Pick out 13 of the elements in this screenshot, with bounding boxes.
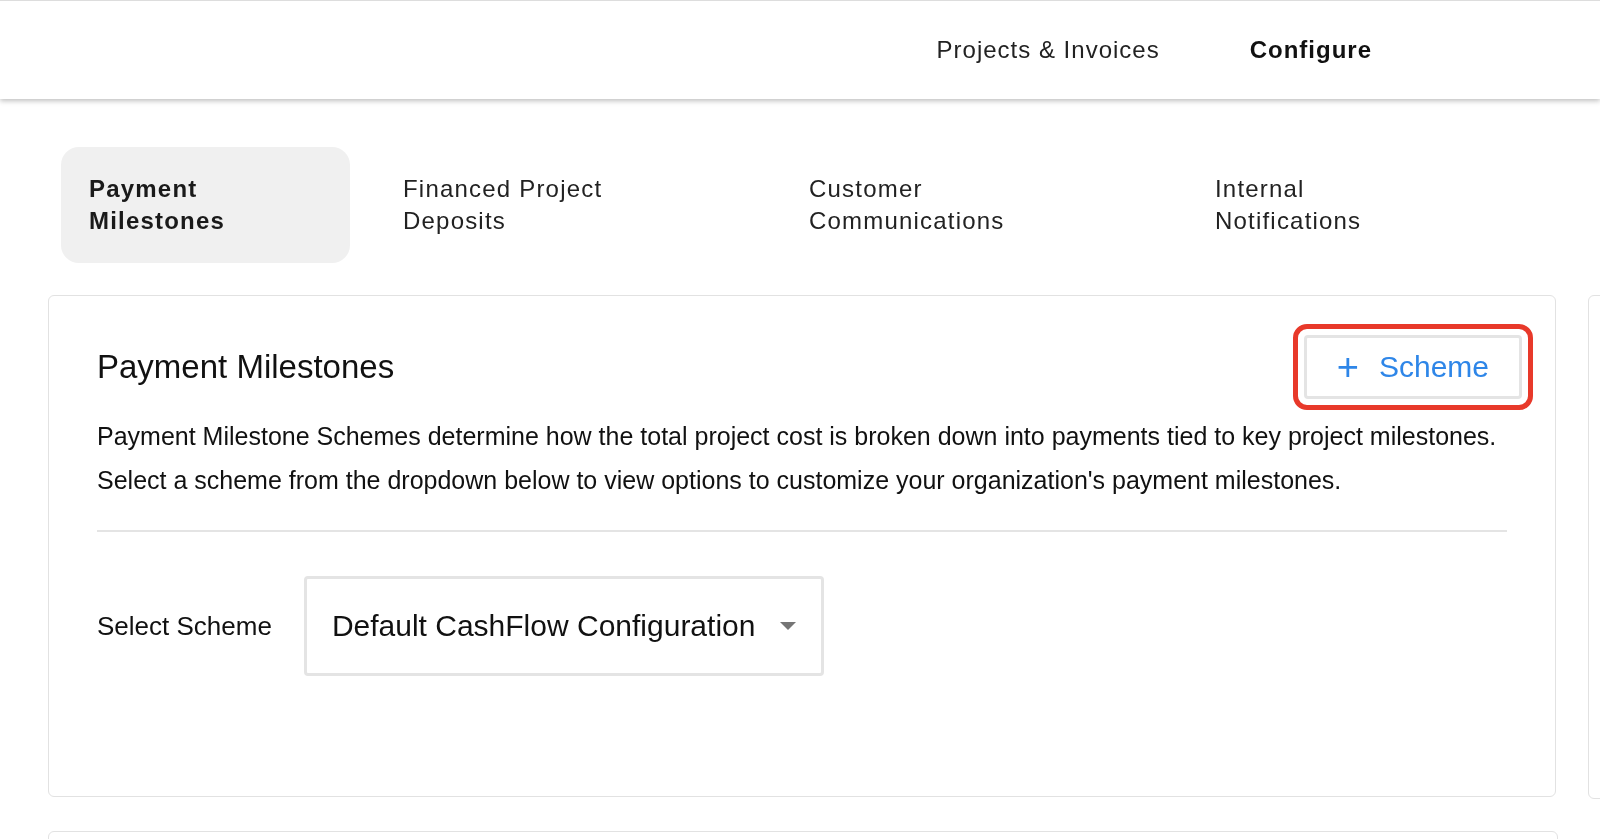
nav-link[interactable]: Projects & Invoices xyxy=(936,36,1160,64)
description-text: Select a scheme from the dropdown below to view options to customize your organization's payment milestones. xyxy=(97,465,1343,496)
select-label: Select Scheme xyxy=(97,610,272,642)
tab[interactable]: Internal Notifications xyxy=(1187,147,1473,263)
card-title: Payment Milestones xyxy=(97,348,395,386)
description-text: Payment Milestone Schemes determine how the total project cost is broken down into payments tied to key project milestones. xyxy=(97,421,1498,452)
nav-link[interactable]: Configure xyxy=(1249,36,1372,64)
add-scheme-button[interactable]: + Scheme xyxy=(1303,335,1522,399)
scheme-dropdown[interactable]: Default CashFlow Configuration xyxy=(303,576,825,676)
tab[interactable]: Financed Project Deposits xyxy=(375,147,731,263)
caret-icon xyxy=(779,621,798,631)
tab[interactable]: Customer Communications xyxy=(781,147,1127,263)
tab[interactable]: Payment Milestones xyxy=(61,147,350,263)
